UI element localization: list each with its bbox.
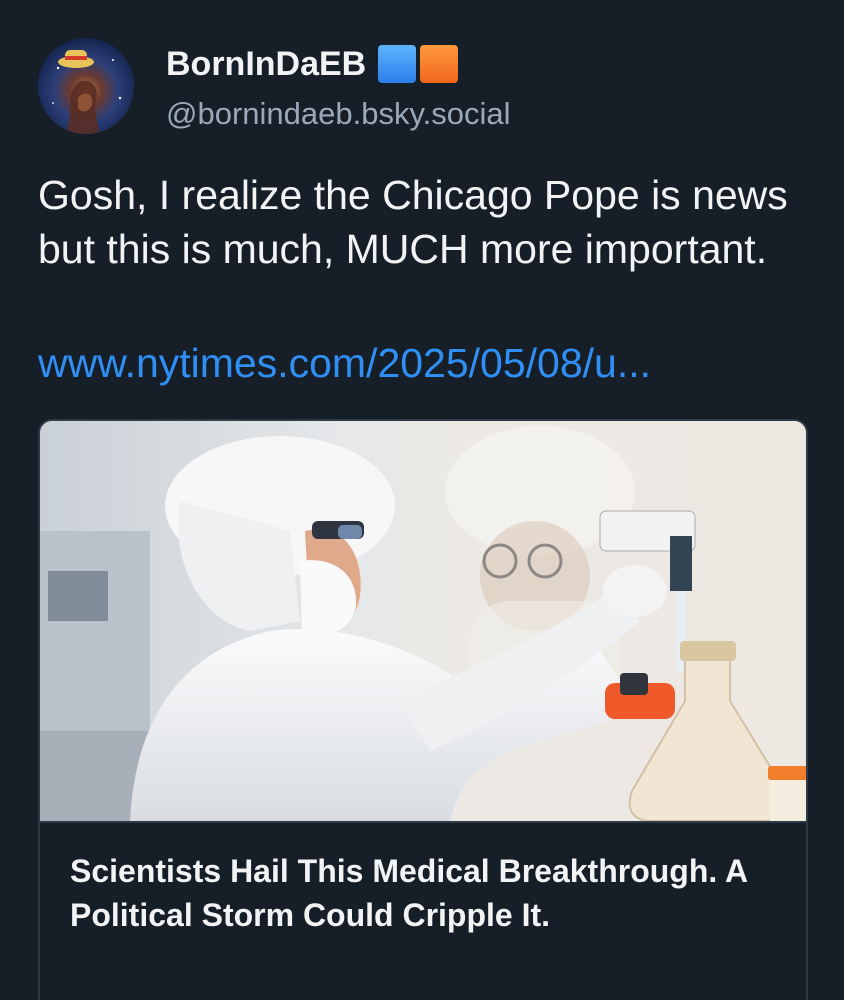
author-display-name[interactable]: BornInDaEB — [166, 42, 459, 86]
orange-flag-icon — [420, 45, 459, 83]
post-body-text: Gosh, I realize the Chicago Pope is news… — [38, 172, 788, 272]
author-avatar[interactable] — [38, 38, 134, 134]
post-link[interactable]: www.nytimes.com/2025/05/08/u... — [38, 336, 651, 390]
post-container: BornInDaEB @bornindaeb.bsky.social Gosh,… — [0, 0, 844, 1000]
link-card-image — [40, 421, 806, 821]
author-name-text: BornInDaEB — [166, 45, 367, 83]
link-preview-card[interactable]: Scientists Hail This Medical Breakthroug… — [38, 419, 808, 1000]
avatar-image-icon — [38, 38, 134, 134]
lab-scientists-photo-icon — [40, 421, 806, 821]
blue-flag-icon — [378, 45, 417, 83]
card-divider — [40, 821, 806, 823]
author-handle[interactable]: @bornindaeb.bsky.social — [166, 94, 511, 134]
link-card-title: Scientists Hail This Medical Breakthroug… — [70, 853, 747, 933]
